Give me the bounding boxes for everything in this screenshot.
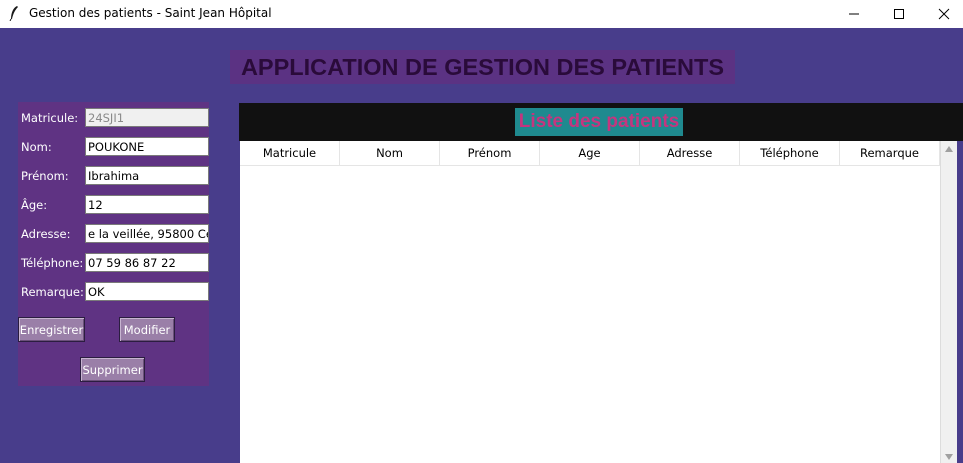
maximize-button[interactable] (876, 0, 922, 28)
remarque-field[interactable] (85, 282, 209, 301)
nom-label: Nom: (21, 140, 52, 154)
patient-table[interactable]: Matricule Nom Prénom Age Adresse Télépho… (240, 141, 940, 463)
minimize-icon (849, 13, 859, 15)
column-header-matricule[interactable]: Matricule (240, 141, 340, 166)
column-header-age[interactable]: Age (540, 141, 640, 166)
patient-list-panel: Liste des patients Matricule Nom Prénom … (239, 103, 963, 463)
adresse-label: Adresse: (21, 227, 71, 241)
column-header-remarque[interactable]: Remarque (840, 141, 940, 166)
prenom-label: Prénom: (21, 169, 69, 183)
vertical-scrollbar[interactable] (940, 141, 957, 463)
minimize-button[interactable] (831, 0, 877, 28)
prenom-field[interactable] (85, 166, 209, 185)
column-header-telephone[interactable]: Téléphone (740, 141, 840, 166)
age-field[interactable] (85, 195, 209, 214)
nom-field[interactable] (85, 137, 209, 156)
window-client-area: APPLICATION DE GESTION DES PATIENTS Matr… (0, 28, 963, 463)
close-icon (938, 8, 950, 20)
remarque-label: Remarque: (21, 285, 84, 299)
save-button[interactable]: Enregistrer (18, 317, 85, 342)
maximize-icon (894, 9, 904, 19)
delete-button[interactable]: Supprimer (80, 357, 145, 382)
telephone-label: Téléphone: (21, 256, 84, 270)
matricule-label: Matricule: (21, 111, 79, 125)
window-title: Gestion des patients - Saint Jean Hôpita… (29, 6, 272, 20)
age-label: Âge: (21, 198, 48, 212)
matricule-field[interactable] (85, 108, 209, 127)
panel-right-edge (957, 141, 963, 463)
feather-icon (9, 6, 18, 21)
scroll-up-arrow-icon[interactable] (944, 145, 954, 153)
column-header-adresse[interactable]: Adresse (640, 141, 740, 166)
app-title: APPLICATION DE GESTION DES PATIENTS (230, 50, 735, 84)
window-titlebar: Gestion des patients - Saint Jean Hôpita… (0, 0, 963, 28)
list-title: Liste des patients (515, 108, 683, 136)
column-header-nom[interactable]: Nom (340, 141, 440, 166)
close-button[interactable] (921, 0, 963, 28)
list-header-bar: Liste des patients (239, 103, 963, 141)
patient-form: Matricule: Nom: Prénom: Âge: Adresse: Té… (18, 102, 209, 386)
adresse-field[interactable] (85, 224, 209, 243)
telephone-field[interactable] (85, 253, 209, 272)
edit-button[interactable]: Modifier (119, 317, 175, 342)
column-header-prenom[interactable]: Prénom (440, 141, 540, 166)
scroll-down-arrow-icon[interactable] (944, 453, 954, 461)
